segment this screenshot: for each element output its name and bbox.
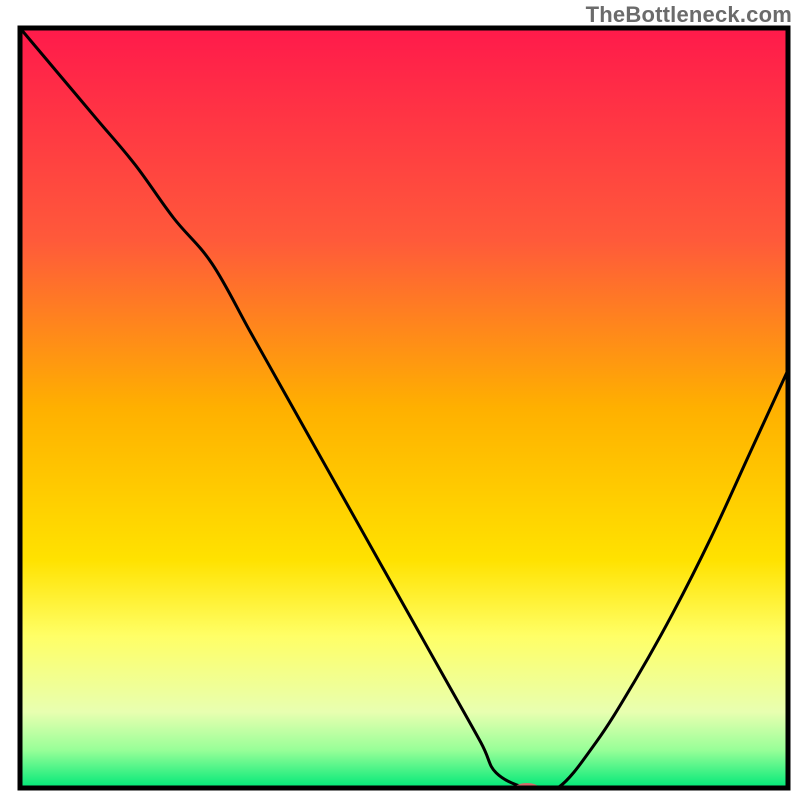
chart-container: TheBottleneck.com bbox=[0, 0, 800, 800]
watermark-text: TheBottleneck.com bbox=[586, 2, 792, 28]
gradient-background bbox=[20, 28, 788, 788]
bottleneck-chart bbox=[0, 0, 800, 800]
